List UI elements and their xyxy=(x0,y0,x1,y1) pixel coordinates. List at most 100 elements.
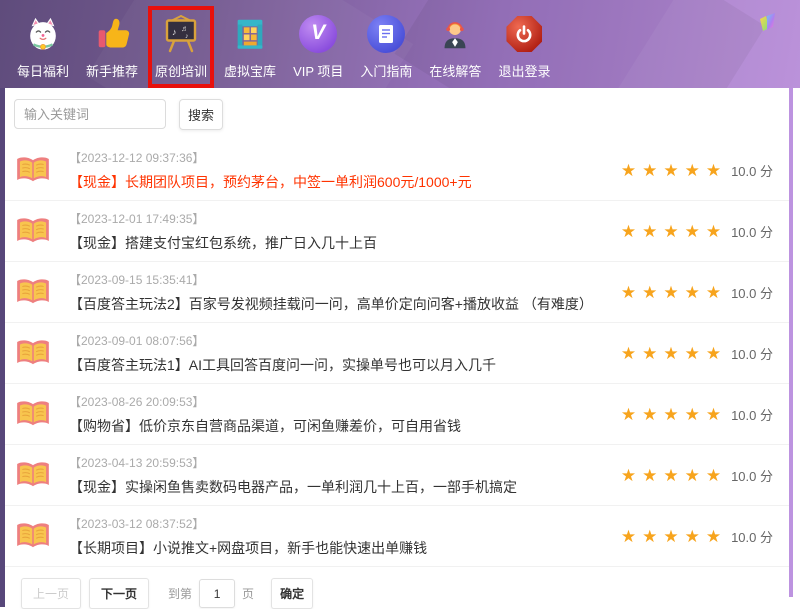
open-book-icon xyxy=(14,337,54,370)
nav-label: 每日福利 xyxy=(17,61,69,80)
star-rating-icons: ★★★★★ xyxy=(621,345,727,362)
nav-item-vip-projects[interactable]: V VIP 项目 xyxy=(286,6,350,88)
list-item[interactable]: 【2023-04-13 20:59:53】 【现金】实操闲鱼售卖数码电器产品，一… xyxy=(5,445,789,506)
item-date: 【2023-12-12 09:37:36】 xyxy=(69,149,607,166)
page-number-input[interactable] xyxy=(199,579,235,608)
top-navigation-bar: 每日福利 新手推荐 ♪ ♬ xyxy=(0,0,800,88)
item-rating: ★★★★★ 10.0 分 xyxy=(621,283,773,302)
item-text: 【2023-03-12 08:37:52】 【长期项目】小说推文+网盘项目，新手… xyxy=(69,515,607,558)
next-page-button[interactable]: 下一页 xyxy=(89,578,149,609)
nav-label: 虚拟宝库 xyxy=(224,61,276,80)
open-book-icon xyxy=(14,520,54,553)
item-rating: ★★★★★ 10.0 分 xyxy=(621,527,773,546)
item-score: 10.0 分 xyxy=(731,466,773,485)
item-title[interactable]: 【百度答主玩法1】AI工具回答百度问一问，实操单号也可以月入几千 xyxy=(69,355,607,375)
blackboard-icon: ♪ ♬ ♪ xyxy=(160,14,202,54)
star-rating-icons: ★★★★★ xyxy=(621,406,727,423)
item-text: 【2023-08-26 20:09:53】 【购物省】低价京东自营商品渠道，可闲… xyxy=(69,393,607,436)
open-book-icon xyxy=(14,215,54,248)
lucky-cat-icon xyxy=(22,14,64,54)
star-rating-icons: ★★★★★ xyxy=(621,223,727,240)
item-score: 10.0 分 xyxy=(731,405,773,424)
guide-document-icon xyxy=(365,14,407,54)
confirm-page-button[interactable]: 确定 xyxy=(271,578,313,609)
item-rating: ★★★★★ 10.0 分 xyxy=(621,405,773,424)
prev-page-button[interactable]: 上一页 xyxy=(21,578,81,609)
nav-item-beginner-guide[interactable]: 入门指南 xyxy=(353,6,419,88)
item-date: 【2023-09-01 08:07:56】 xyxy=(69,332,607,349)
search-input[interactable] xyxy=(14,99,166,129)
star-rating-icons: ★★★★★ xyxy=(621,467,727,484)
item-rating: ★★★★★ 10.0 分 xyxy=(621,344,773,363)
item-rating: ★★★★★ 10.0 分 xyxy=(621,161,773,180)
support-agent-icon xyxy=(434,14,476,54)
nav-item-daily-bonus[interactable]: 每日福利 xyxy=(10,6,76,88)
svg-text:♪: ♪ xyxy=(185,33,189,40)
star-rating-icons: ★★★★★ xyxy=(621,162,727,179)
item-text: 【2023-12-12 09:37:36】 【现金】长期团队项目，预约茅台，中签… xyxy=(69,149,607,192)
open-book-icon xyxy=(14,154,54,187)
vip-badge-icon: V xyxy=(297,14,339,54)
nav-label: 新手推荐 xyxy=(86,61,138,80)
item-text: 【2023-04-13 20:59:53】 【现金】实操闲鱼售卖数码电器产品，一… xyxy=(69,454,607,497)
item-text: 【2023-12-01 17:49:35】 【现金】搭建支付宝红包系统，推广日入… xyxy=(69,210,607,253)
item-score: 10.0 分 xyxy=(731,283,773,302)
nav-item-newbie-picks[interactable]: 新手推荐 xyxy=(79,6,145,88)
nav-item-online-support[interactable]: 在线解答 xyxy=(422,6,488,88)
thumbs-up-icon xyxy=(91,14,133,54)
project-list: 【2023-12-12 09:37:36】 【现金】长期团队项目，预约茅台，中签… xyxy=(5,140,789,567)
page: 每日福利 新手推荐 ♪ ♬ xyxy=(0,0,800,607)
brand-logo-icon xyxy=(754,8,784,38)
nav-item-logout[interactable]: 退出登录 xyxy=(491,6,557,88)
open-book-icon xyxy=(14,276,54,309)
nav-item-original-training[interactable]: ♪ ♬ ♪ 原创培训 xyxy=(148,6,214,88)
search-bar: 搜索 xyxy=(5,88,789,138)
list-item[interactable]: 【2023-12-01 17:49:35】 【现金】搭建支付宝红包系统，推广日入… xyxy=(5,201,789,262)
page-border-right xyxy=(789,88,793,597)
item-date: 【2023-12-01 17:49:35】 xyxy=(69,210,607,227)
nav-item-virtual-treasury[interactable]: 虚拟宝库 xyxy=(217,6,283,88)
item-rating: ★★★★★ 10.0 分 xyxy=(621,222,773,241)
nav-label: 退出登录 xyxy=(498,61,550,80)
treasure-cabinet-icon xyxy=(229,14,271,54)
item-text: 【2023-09-01 08:07:56】 【百度答主玩法1】AI工具回答百度问… xyxy=(69,332,607,375)
item-score: 10.0 分 xyxy=(731,344,773,363)
item-title[interactable]: 【长期项目】小说推文+网盘项目，新手也能快速出单赚钱 xyxy=(69,538,607,558)
nav-label: VIP 项目 xyxy=(293,61,343,80)
item-date: 【2023-04-13 20:59:53】 xyxy=(69,454,607,471)
goto-page-suffix: 页 xyxy=(242,585,254,602)
item-date: 【2023-03-12 08:37:52】 xyxy=(69,515,607,532)
item-date: 【2023-09-15 15:35:41】 xyxy=(69,271,607,288)
item-score: 10.0 分 xyxy=(731,527,773,546)
item-title[interactable]: 【现金】实操闲鱼售卖数码电器产品，一单利润几十上百，一部手机搞定 xyxy=(69,477,607,497)
item-title[interactable]: 【购物省】低价京东自营商品渠道，可闲鱼赚差价，可自用省钱 xyxy=(69,416,607,436)
item-title[interactable]: 【现金】长期团队项目，预约茅台，中签一单利润600元/1000+元 xyxy=(69,172,607,192)
item-title[interactable]: 【百度答主玩法2】百家号发视频挂载问一问，高单价定向问客+播放收益 （有难度） xyxy=(69,294,607,314)
goto-page-prefix: 到第 xyxy=(168,585,192,602)
pagination: 上一页 下一页 到第 页 确定 xyxy=(5,567,789,609)
item-score: 10.0 分 xyxy=(731,222,773,241)
nav-label: 入门指南 xyxy=(360,61,412,80)
search-button[interactable]: 搜索 xyxy=(179,99,223,130)
open-book-icon xyxy=(14,459,54,492)
open-book-icon xyxy=(14,398,54,431)
star-rating-icons: ★★★★★ xyxy=(621,528,727,545)
list-item[interactable]: 【2023-09-01 08:07:56】 【百度答主玩法1】AI工具回答百度问… xyxy=(5,323,789,384)
list-item[interactable]: 【2023-12-12 09:37:36】 【现金】长期团队项目，预约茅台，中签… xyxy=(5,140,789,201)
item-score: 10.0 分 xyxy=(731,161,773,180)
content-panel: 搜索 【2023-12-12 09:37:36】 【现金】长期团队项目，预约茅台… xyxy=(5,88,789,607)
svg-text:♪: ♪ xyxy=(172,27,177,37)
item-title[interactable]: 【现金】搭建支付宝红包系统，推广日入几十上百 xyxy=(69,233,607,253)
item-text: 【2023-09-15 15:35:41】 【百度答主玩法2】百家号发视频挂载问… xyxy=(69,271,607,314)
main-nav: 每日福利 新手推荐 ♪ ♬ xyxy=(10,6,560,88)
nav-label: 原创培训 xyxy=(155,61,207,80)
logout-power-icon xyxy=(503,14,545,54)
list-item[interactable]: 【2023-08-26 20:09:53】 【购物省】低价京东自营商品渠道，可闲… xyxy=(5,384,789,445)
nav-label: 在线解答 xyxy=(429,61,481,80)
item-rating: ★★★★★ 10.0 分 xyxy=(621,466,773,485)
star-rating-icons: ★★★★★ xyxy=(621,284,727,301)
list-item[interactable]: 【2023-03-12 08:37:52】 【长期项目】小说推文+网盘项目，新手… xyxy=(5,506,789,567)
list-item[interactable]: 【2023-09-15 15:35:41】 【百度答主玩法2】百家号发视频挂载问… xyxy=(5,262,789,323)
item-date: 【2023-08-26 20:09:53】 xyxy=(69,393,607,410)
svg-text:♬: ♬ xyxy=(181,24,189,33)
